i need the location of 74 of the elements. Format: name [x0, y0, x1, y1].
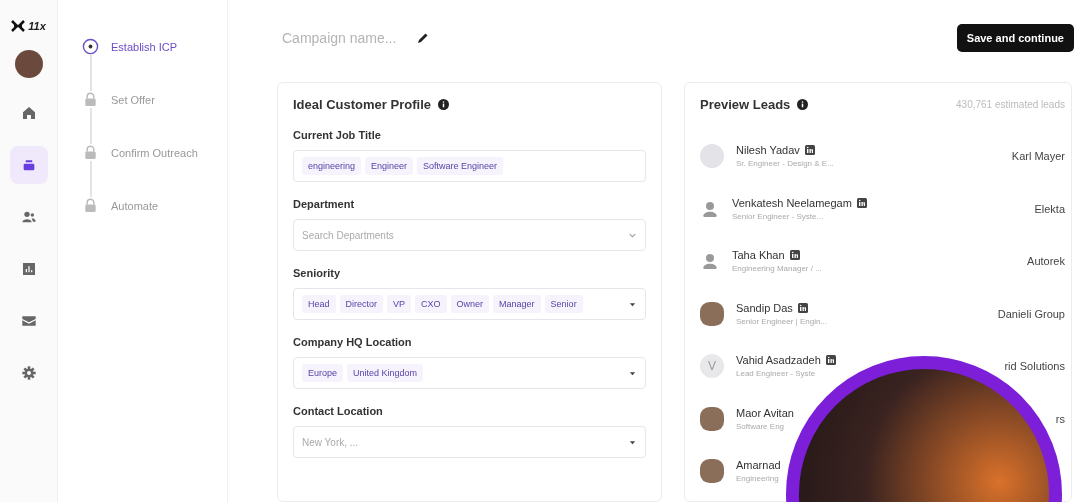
- tag-chip[interactable]: Manager: [493, 295, 541, 313]
- tag-chip[interactable]: Engineer: [365, 157, 414, 175]
- tag-chip[interactable]: Software Engineer: [417, 157, 504, 175]
- lead-job-title: Senior Engineer - Syste...: [732, 211, 825, 221]
- envelope-icon: [20, 313, 37, 329]
- card-title: Preview Leads: [700, 97, 791, 112]
- logo-icon: [11, 20, 26, 32]
- people-icon: [20, 209, 37, 225]
- lead-name[interactable]: Taha Khan: [732, 249, 785, 262]
- lead-job-title: Software Eng: [736, 421, 786, 431]
- linkedin-icon[interactable]: [856, 197, 867, 208]
- tag-chip[interactable]: Director: [339, 295, 384, 313]
- lead-company: Karl Mayer: [1011, 150, 1065, 163]
- lead-name[interactable]: Vahid Asadzadeh: [736, 354, 821, 367]
- pencil-icon[interactable]: [417, 32, 429, 44]
- linkedin-icon[interactable]: [797, 302, 808, 313]
- user-avatar[interactable]: [14, 50, 43, 78]
- lead-name[interactable]: Venkatesh Neelamegam: [732, 196, 852, 209]
- lock-icon: [82, 91, 99, 108]
- brand-name: 11x: [28, 20, 46, 32]
- lead-job-title: Senior Engineer | Engin...: [736, 316, 829, 326]
- lead-job-title: Engineering: [736, 474, 780, 484]
- tag-chip[interactable]: VP: [387, 295, 412, 313]
- linkedin-icon[interactable]: [825, 355, 836, 366]
- lead-name[interactable]: Maor Avitan: [736, 406, 794, 419]
- chart-icon: [20, 261, 37, 277]
- lead-name[interactable]: Amarnad: [736, 459, 781, 472]
- tag-chip[interactable]: CXO: [415, 295, 447, 313]
- tag-select-field[interactable]: engineering Engineer Software Engineer: [293, 150, 646, 182]
- home-icon: [20, 105, 37, 121]
- tag-select-field[interactable]: Europe United Kingdom: [293, 357, 646, 389]
- save-and-continue-button[interactable]: Save and continue: [956, 24, 1074, 52]
- lead-company: Danieli Group: [997, 307, 1065, 320]
- lead-name[interactable]: Sandip Das: [736, 301, 793, 314]
- lead-company: rs: [1055, 412, 1065, 425]
- field-placeholder: New York, ...: [302, 436, 360, 448]
- lead-company: rid Solutions: [1004, 360, 1065, 373]
- tag-chip[interactable]: Owner: [450, 295, 490, 313]
- estimated-leads-count: 430,761 estimated leads: [956, 99, 1065, 110]
- lock-icon: [82, 197, 99, 214]
- step-label[interactable]: Establish ICP: [111, 40, 178, 53]
- current-step-icon: [82, 38, 99, 55]
- person-silhouette-icon: [700, 251, 720, 272]
- tag-chip[interactable]: Senior: [544, 295, 583, 313]
- avatar-placeholder: [700, 144, 724, 169]
- info-icon[interactable]: [438, 99, 449, 110]
- tag-chip[interactable]: engineering: [302, 157, 362, 175]
- field-placeholder: Search Departments: [302, 229, 395, 241]
- tag-select-field[interactable]: Head Director VP CXO Owner Manager Senior: [293, 288, 646, 320]
- field-label: Current Job Title: [293, 129, 382, 141]
- lead-company: Autorek: [1027, 255, 1065, 268]
- lead-name[interactable]: Nilesh Yadav: [736, 144, 800, 157]
- photo-placeholder: [700, 301, 724, 326]
- photo-placeholder: [700, 406, 724, 431]
- lead-job-title: Lead Engineer - Syste: [736, 369, 817, 379]
- lead-job-title: Engineering Manager / ...: [732, 264, 823, 274]
- linkedin-icon[interactable]: [789, 250, 800, 261]
- field-label: Department: [293, 198, 356, 210]
- field-label: Company HQ Location: [293, 336, 413, 348]
- initial-avatar: V: [700, 354, 724, 379]
- info-icon[interactable]: [797, 99, 809, 110]
- lead-company: Elekta: [1034, 202, 1065, 215]
- tag-chip[interactable]: Head: [302, 295, 336, 313]
- field-label: Contact Location: [293, 405, 384, 417]
- card-title: Ideal Customer Profile: [293, 97, 431, 112]
- photo-placeholder: [700, 459, 724, 484]
- nav-button[interactable]: [9, 146, 48, 184]
- settings-icon: [20, 365, 37, 381]
- linkedin-icon[interactable]: [804, 145, 815, 156]
- lock-icon: [82, 144, 99, 161]
- tag-chip[interactable]: United Kingdom: [347, 364, 424, 382]
- campaign-name-field[interactable]: Campaign name...: [282, 30, 407, 46]
- field-label: Seniority: [293, 267, 342, 279]
- tag-chip[interactable]: Europe: [302, 364, 344, 382]
